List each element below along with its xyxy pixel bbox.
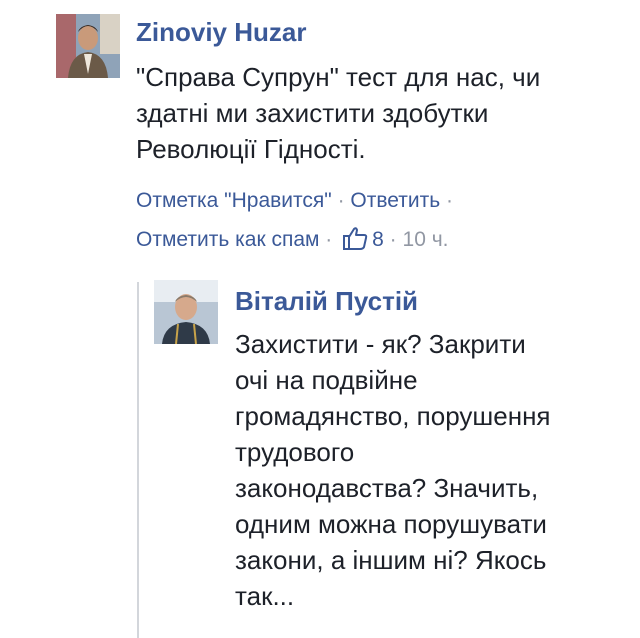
reply-text-line: Захистити - як? Закрити	[235, 329, 526, 359]
reply-text-line: одним можна порушувати	[235, 509, 547, 539]
comment-text: "Справа Супрун" тест для нас, чи здатні …	[136, 59, 616, 167]
comment-author[interactable]: Zinoviy Huzar	[136, 17, 306, 48]
comment-timestamp[interactable]: 10 ч.	[403, 228, 449, 251]
separator: ·	[389, 228, 397, 251]
reply-text-line: очі на подвійне	[235, 365, 418, 395]
avatar-photo	[154, 280, 218, 344]
mark-spam-link[interactable]: Отметить как спам	[136, 228, 319, 251]
reply-text-line: громадянство, порушення	[235, 401, 551, 431]
thumbs-up-icon[interactable]	[342, 224, 368, 264]
reply-text: Захистити - як? Закрити очі на подвійне …	[235, 326, 635, 614]
comment: Zinoviy Huzar "Справа Супрун" тест для н…	[0, 0, 640, 260]
reply-text-line: трудового	[235, 437, 355, 467]
reply-author[interactable]: Віталій Пустій	[235, 286, 418, 317]
comment-text-line: Революції Гідності.	[136, 134, 366, 164]
reply-text-line: законодавства? Значить,	[235, 473, 539, 503]
reply-comment: Віталій Пустій Захистити - як? Закрити о…	[0, 270, 640, 638]
avatar[interactable]	[154, 280, 218, 344]
reply-link[interactable]: Ответить	[350, 189, 440, 212]
comment-text-line: "Справа Супрун" тест для нас, чи	[136, 62, 541, 92]
separator: ·	[446, 189, 454, 212]
comment-actions-row-2: Отметить как спам · 8 · 10 ч.	[136, 220, 448, 264]
reply-text-line: закони, а іншим ні? Якось	[235, 545, 547, 575]
like-count[interactable]: 8	[372, 228, 384, 251]
separator: ·	[337, 189, 345, 212]
like-link[interactable]: Отметка "Нравится"	[136, 189, 332, 212]
avatar[interactable]	[56, 14, 120, 78]
reply-text-line: так...	[235, 581, 295, 611]
comment-actions: Отметка "Нравится" · Ответить ·	[136, 181, 453, 221]
comment-text-line: здатні ми захистити здобутки	[136, 98, 489, 128]
avatar-photo	[56, 14, 120, 78]
separator: ·	[325, 228, 333, 251]
